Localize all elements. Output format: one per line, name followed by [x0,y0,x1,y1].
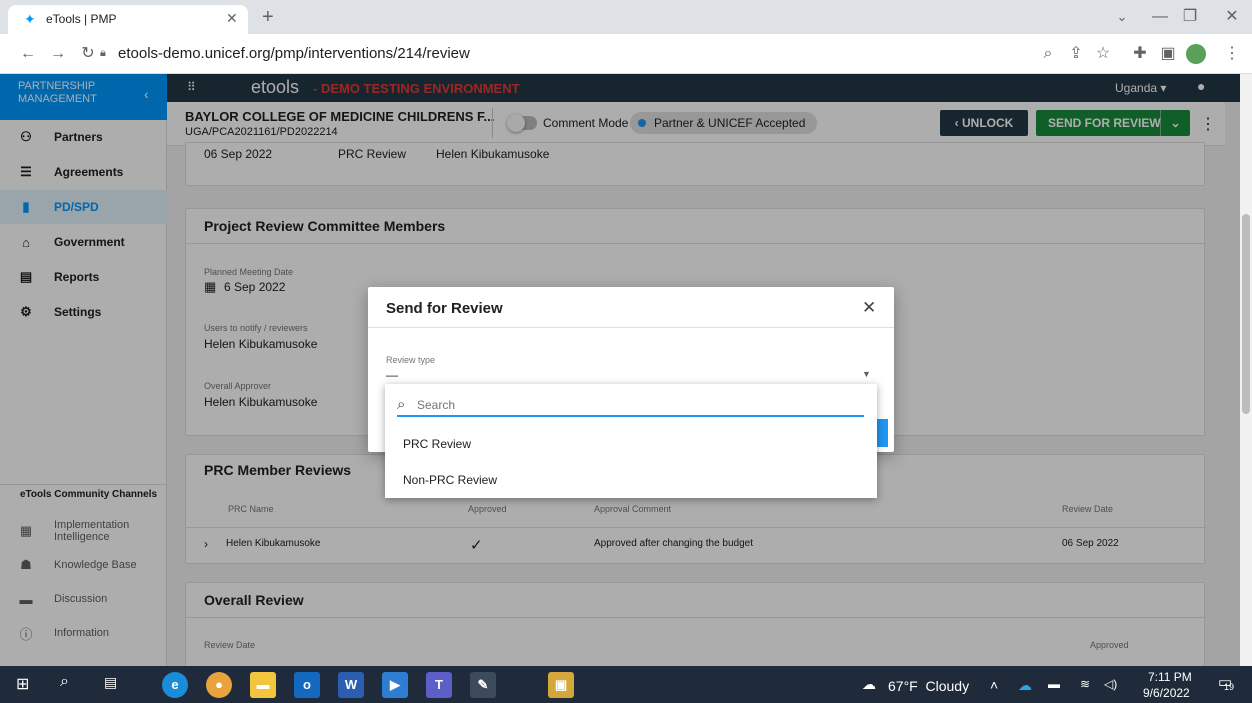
profile-avatar[interactable] [1186,44,1206,64]
review-type-select[interactable]: — ▼ [386,367,876,385]
back-icon[interactable]: ← [18,40,38,68]
etools-favicon-icon: ✦ [24,11,36,27]
bookmark-star-icon[interactable]: ☆ [1093,40,1113,68]
review-type-label: Review type [386,355,436,365]
weather-cloud-icon: ☁ [862,676,876,692]
dialog-title: Send for Review [386,300,503,317]
dialog-confirm-button[interactable] [876,419,888,447]
option-label: PRC Review [403,437,472,451]
outlook-app-icon[interactable]: o [294,672,320,698]
zoom-icon[interactable]: ⌕ [1038,40,1058,68]
restore-icon[interactable]: ❐ [1180,3,1200,31]
tab-title: eTools | PMP [46,12,117,26]
reload-icon[interactable]: ↻ [78,40,98,68]
task-view-icon[interactable]: ▤ [104,674,117,691]
clock-time[interactable]: 7:11 PM [1148,670,1192,684]
extensions-icon[interactable]: ✚ [1130,40,1150,68]
file-explorer-icon[interactable]: ▬ [250,672,276,698]
volume-icon[interactable]: ◁) [1104,677,1117,691]
search-input[interactable] [417,396,862,414]
word-app-icon[interactable]: W [338,672,364,698]
share-icon[interactable]: ⇪ [1066,40,1086,68]
select-arrow-icon: ▼ [862,369,871,379]
clock-date[interactable]: 9/6/2022 [1143,686,1190,700]
weather-text[interactable]: 67°F Cloudy [888,678,969,694]
forward-icon[interactable]: → [48,40,68,68]
browser-tab[interactable]: ✦ eTools | PMP ✕ [8,5,248,34]
scrollbar-thumb[interactable] [1242,214,1250,414]
search-icon: ⌕ [397,396,406,413]
option-label: Non-PRC Review [403,473,498,487]
url-field[interactable]: etools-demo.unicef.org/pmp/interventions… [118,40,1018,68]
browser-menu-icon[interactable]: ⋮ [1224,40,1240,68]
paint-app-icon[interactable]: ✎ [470,672,496,698]
lock-icon: 🔒︎ [100,47,106,59]
tab-search-icon[interactable]: ⌄ [1112,3,1132,31]
teams-app-icon[interactable]: T [426,672,452,698]
new-tab-button[interactable]: + [262,6,274,29]
search-taskbar-icon[interactable]: ⌕ [60,673,69,691]
close-window-icon[interactable]: ✕ [1222,3,1242,31]
tray-chevron-icon[interactable]: ˄ [990,677,998,693]
search-underline [397,415,864,417]
sidepanel-icon[interactable]: ▣ [1158,40,1178,68]
wifi-icon[interactable]: ≋ [1080,677,1090,691]
notification-icon[interactable]: ▭ 19 [1218,673,1235,692]
notification-count: 19 [1224,682,1235,692]
tab-close-icon[interactable]: ✕ [226,10,238,27]
edge-app-icon[interactable]: e [162,672,188,698]
chrome-app-icon[interactable]: ● [206,672,232,698]
onedrive-icon[interactable]: ☁ [1018,677,1032,694]
media-app-icon[interactable]: ▶ [382,672,408,698]
minimize-icon[interactable]: — [1150,3,1170,31]
snipping-app-icon[interactable]: ▣ [548,672,574,698]
option-prc-review[interactable]: PRC Review [385,428,877,458]
review-type-dropdown: ⌕ PRC Review Non-PRC Review [385,384,877,498]
scrollbar[interactable] [1240,74,1252,666]
option-non-prc-review[interactable]: Non-PRC Review [385,464,877,494]
windows-start-icon[interactable]: ⊞ [16,674,29,694]
review-type-value: — [386,368,398,382]
dialog-close-icon[interactable]: ✕ [862,298,876,318]
battery-icon[interactable]: ▬ [1048,677,1060,691]
dialog-divider [368,327,894,328]
